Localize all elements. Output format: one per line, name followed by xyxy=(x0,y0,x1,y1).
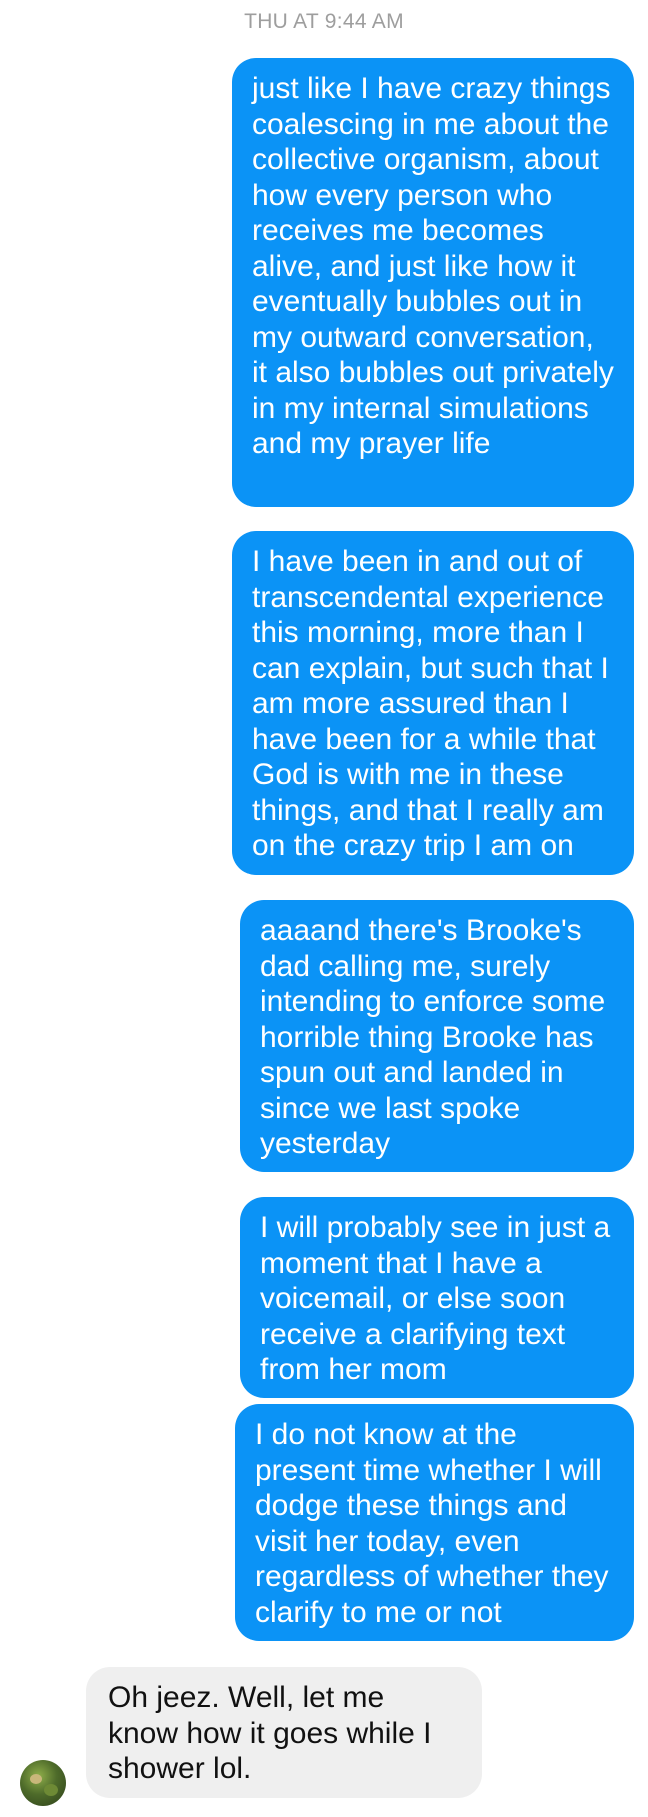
incoming-message-bubble[interactable]: Oh jeez. Well, let me know how it goes w… xyxy=(86,1667,482,1798)
outgoing-message-bubble[interactable]: aaaand there's Brooke's dad calling me, … xyxy=(240,900,634,1172)
outgoing-message-bubble[interactable]: I will probably see in just a moment tha… xyxy=(240,1197,634,1398)
avatar-photo-detail xyxy=(44,1784,58,1796)
message-timestamp: THU AT 9:44 AM xyxy=(244,10,404,33)
outgoing-message-bubble[interactable]: I have been in and out of transcendental… xyxy=(232,531,634,875)
outgoing-message-bubble[interactable]: I do not know at the present time whethe… xyxy=(235,1404,634,1641)
outgoing-message-bubble[interactable]: just like I have crazy things coalescing… xyxy=(232,58,634,507)
sender-avatar[interactable] xyxy=(20,1760,66,1806)
avatar-photo-detail xyxy=(30,1774,42,1784)
